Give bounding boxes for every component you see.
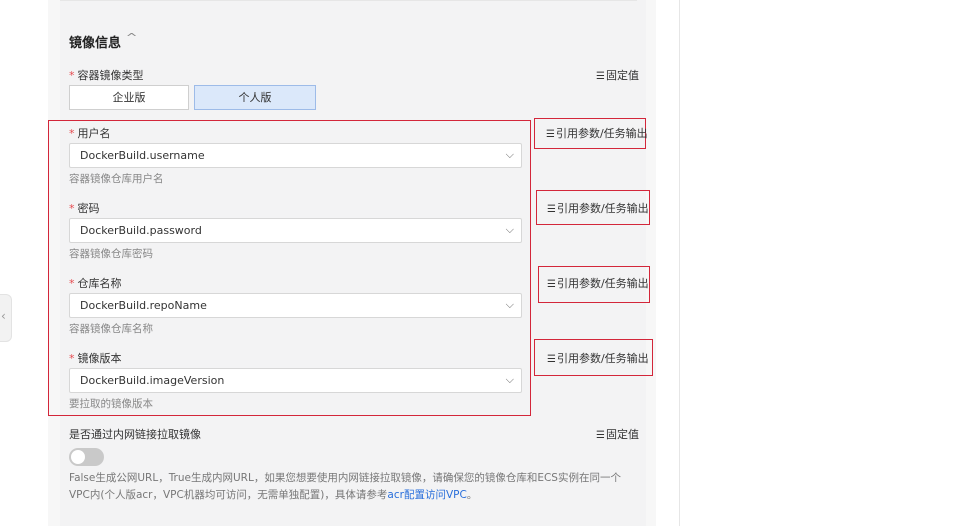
username-value: DockerBuild.username (80, 149, 205, 162)
right-panel-border (666, 0, 680, 526)
intranet-toggle[interactable] (69, 448, 104, 466)
reference-param-link-username[interactable]: ☰引用参数/任务输出 (546, 125, 648, 141)
chevron-down-icon: ⌵ (505, 373, 514, 386)
repo-name-value: DockerBuild.repoName (80, 299, 207, 312)
chevron-down-icon: ⌵ (505, 298, 514, 311)
required-mark: * (69, 127, 75, 140)
repo-name-hint: 容器镜像仓库名称 (69, 323, 153, 335)
reference-param-link-repo[interactable]: ☰引用参数/任务输出 (547, 275, 649, 291)
registry-type-label: * 容器镜像类型 (69, 69, 144, 82)
acr-vpc-link[interactable]: acr配置访问VPC (387, 489, 466, 501)
divider (60, 0, 637, 1)
image-version-label: * 镜像版本 (69, 352, 122, 365)
chevron-down-icon: ⌵ (505, 148, 514, 161)
intranet-description: False生成公网URL，True生成内网URL，如果您想要使用内网链接拉取镜像… (69, 472, 621, 501)
chevron-up-icon[interactable]: ^ (126, 31, 138, 44)
required-mark: * (69, 69, 75, 82)
list-icon: ☰ (547, 354, 556, 365)
password-hint: 容器镜像仓库密码 (69, 248, 153, 260)
list-icon: ☰ (596, 71, 605, 82)
image-version-hint: 要拉取的镜像版本 (69, 398, 153, 410)
fixed-value-link-registry[interactable]: ☰固定值 (596, 67, 639, 83)
image-version-select[interactable]: DockerBuild.imageVersion ⌵ (69, 368, 522, 393)
reference-param-link-image-version[interactable]: ☰引用参数/任务输出 (547, 350, 649, 366)
section-title: 镜像信息 (69, 36, 122, 51)
intranet-label: 是否通过内网链接拉取镜像 (69, 428, 201, 441)
list-icon: ☰ (546, 129, 555, 140)
username-hint: 容器镜像仓库用户名 (69, 173, 164, 185)
chevron-down-icon: ⌵ (505, 223, 514, 236)
fixed-value-link-intranet[interactable]: ☰固定值 (596, 426, 639, 442)
repo-name-label: * 仓库名称 (69, 277, 122, 290)
list-icon: ☰ (547, 279, 556, 290)
password-value: DockerBuild.password (80, 224, 202, 237)
password-label: * 密码 (69, 202, 100, 215)
required-mark: * (69, 352, 75, 365)
username-label: * 用户名 (69, 127, 111, 140)
password-select[interactable]: DockerBuild.password ⌵ (69, 218, 522, 243)
required-mark: * (69, 277, 75, 290)
repo-name-select[interactable]: DockerBuild.repoName ⌵ (69, 293, 522, 318)
chevron-left-icon: ‹ (1, 309, 6, 323)
required-mark: * (69, 202, 75, 215)
image-version-value: DockerBuild.imageVersion (80, 374, 225, 387)
segment-personal[interactable]: 个人版 (194, 85, 316, 110)
list-icon: ☰ (596, 430, 605, 441)
toggle-knob (71, 450, 85, 464)
collapse-panel-handle[interactable]: ‹ (0, 294, 12, 342)
username-select[interactable]: DockerBuild.username ⌵ (69, 143, 522, 168)
segment-enterprise[interactable]: 企业版 (69, 85, 189, 110)
reference-param-link-password[interactable]: ☰引用参数/任务输出 (547, 200, 649, 216)
list-icon: ☰ (547, 204, 556, 215)
